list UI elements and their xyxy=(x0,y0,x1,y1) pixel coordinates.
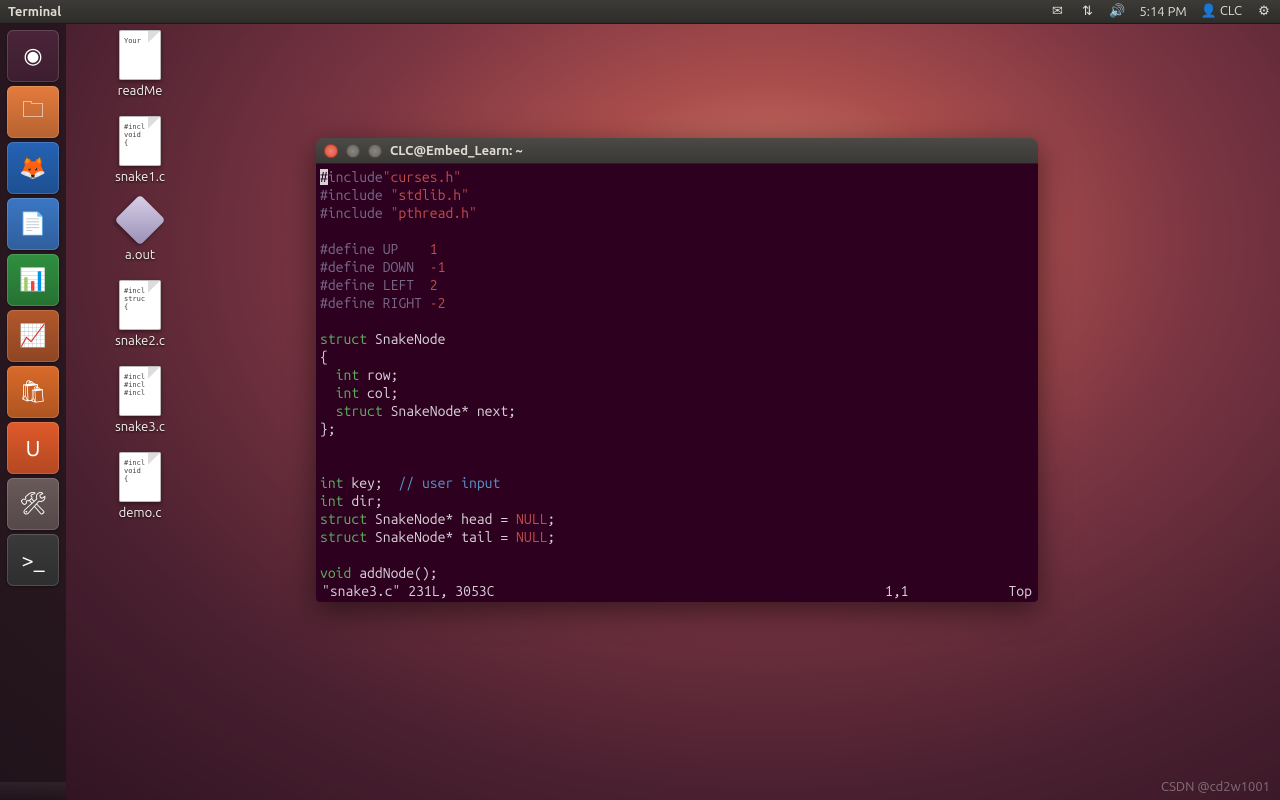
minimize-button[interactable] xyxy=(346,144,360,158)
code-line: int col; xyxy=(320,384,1034,402)
launcher-calc[interactable]: 📊 xyxy=(7,254,59,306)
launcher: ◉🗀🦊📄📊📈🛍U🛠>_ xyxy=(0,24,66,800)
watermark: CSDN @cd2w1001 xyxy=(1161,780,1270,794)
code-line: struct SnakeNode* head = NULL; xyxy=(320,510,1034,528)
document-icon: #incl #incl #incl xyxy=(119,366,161,416)
launcher-firefox[interactable]: 🦊 xyxy=(7,142,59,194)
volume-icon[interactable]: 🔊 xyxy=(1109,4,1125,20)
code-line: #define DOWN -1 xyxy=(320,258,1034,276)
desktop-icon-readMe[interactable]: Your readMe xyxy=(80,30,200,98)
launcher-settings[interactable]: 🛠 xyxy=(7,478,59,530)
desktop-icon-snake2-c[interactable]: #incl struc { snake2.c xyxy=(80,280,200,348)
code-line: #define UP 1 xyxy=(320,240,1034,258)
code-line: #include "pthread.h" xyxy=(320,204,1034,222)
launcher-nautilus[interactable]: 🗀 xyxy=(7,86,59,138)
document-icon: #incl void { xyxy=(119,452,161,502)
desktop-icon-label: snake2.c xyxy=(80,334,200,348)
launcher-software[interactable]: 🛍 xyxy=(7,366,59,418)
code-line: #include"curses.h" xyxy=(320,168,1034,186)
code-line: int dir; xyxy=(320,492,1034,510)
desktop-icon-label: demo.c xyxy=(80,506,200,520)
desktop-icon-a-out[interactable]: a.out xyxy=(80,202,200,262)
code-line: struct SnakeNode* next; xyxy=(320,402,1034,420)
desktop-icon-snake1-c[interactable]: #incl void { snake1.c xyxy=(80,116,200,184)
code-line: struct SnakeNode* tail = NULL; xyxy=(320,528,1034,546)
code-line xyxy=(320,438,1034,456)
code-line: #include "stdlib.h" xyxy=(320,186,1034,204)
terminal-title: CLC@Embed_Learn: ~ xyxy=(390,144,523,158)
code-line xyxy=(320,222,1034,240)
gear-icon[interactable]: ⚙ xyxy=(1256,4,1272,20)
desktop-icon-label: readMe xyxy=(80,84,200,98)
user-menu[interactable]: 👤 CLC xyxy=(1201,4,1242,19)
launcher-impress[interactable]: 📈 xyxy=(7,310,59,362)
mail-icon[interactable]: ✉ xyxy=(1049,4,1065,20)
close-button[interactable] xyxy=(324,144,338,158)
maximize-button[interactable] xyxy=(368,144,382,158)
status-scroll: Top xyxy=(1008,582,1032,600)
top-panel: Terminal ✉ ⇅ 🔊 5:14 PM 👤 CLC ⚙ xyxy=(0,0,1280,24)
launcher-terminal[interactable]: >_ xyxy=(7,534,59,586)
code-line xyxy=(320,312,1034,330)
desktop-icon-label: a.out xyxy=(80,248,200,262)
network-icon[interactable]: ⇅ xyxy=(1079,4,1095,20)
active-app-title: Terminal xyxy=(8,5,61,19)
document-icon: #incl struc { xyxy=(119,280,161,330)
status-position: 1,1 xyxy=(885,582,909,600)
executable-icon xyxy=(115,195,166,246)
status-file: "snake3.c" 231L, 3053C xyxy=(322,582,494,600)
desktop-icon-label: snake1.c xyxy=(80,170,200,184)
terminal-body[interactable]: #include"curses.h"#include "stdlib.h"#in… xyxy=(316,164,1038,602)
launcher-ubuntuone[interactable]: U xyxy=(7,422,59,474)
code-line: }; xyxy=(320,420,1034,438)
launcher-dash[interactable]: ◉ xyxy=(7,30,59,82)
code-line: #define RIGHT -2 xyxy=(320,294,1034,312)
document-icon: #incl void { xyxy=(119,116,161,166)
vim-status-line: "snake3.c" 231L, 3053C 1,1 Top xyxy=(320,582,1034,600)
code-line: int row; xyxy=(320,366,1034,384)
desktop: Your readMe #incl void { snake1.c a.out #incl… xyxy=(80,30,200,538)
code-line: void addNode(); xyxy=(320,564,1034,582)
code-line: struct SnakeNode xyxy=(320,330,1034,348)
terminal-window: CLC@Embed_Learn: ~ #include"curses.h"#in… xyxy=(316,138,1038,602)
desktop-icon-label: snake3.c xyxy=(80,420,200,434)
code-line: { xyxy=(320,348,1034,366)
desktop-icon-demo-c[interactable]: #incl void { demo.c xyxy=(80,452,200,520)
code-line xyxy=(320,546,1034,564)
launcher-writer[interactable]: 📄 xyxy=(7,198,59,250)
code-line xyxy=(320,456,1034,474)
terminal-titlebar[interactable]: CLC@Embed_Learn: ~ xyxy=(316,138,1038,164)
code-line: #define LEFT 2 xyxy=(320,276,1034,294)
document-icon: Your xyxy=(119,30,161,80)
desktop-icon-snake3-c[interactable]: #incl #incl #incl snake3.c xyxy=(80,366,200,434)
clock[interactable]: 5:14 PM xyxy=(1139,5,1186,19)
code-line: int key; // user input xyxy=(320,474,1034,492)
